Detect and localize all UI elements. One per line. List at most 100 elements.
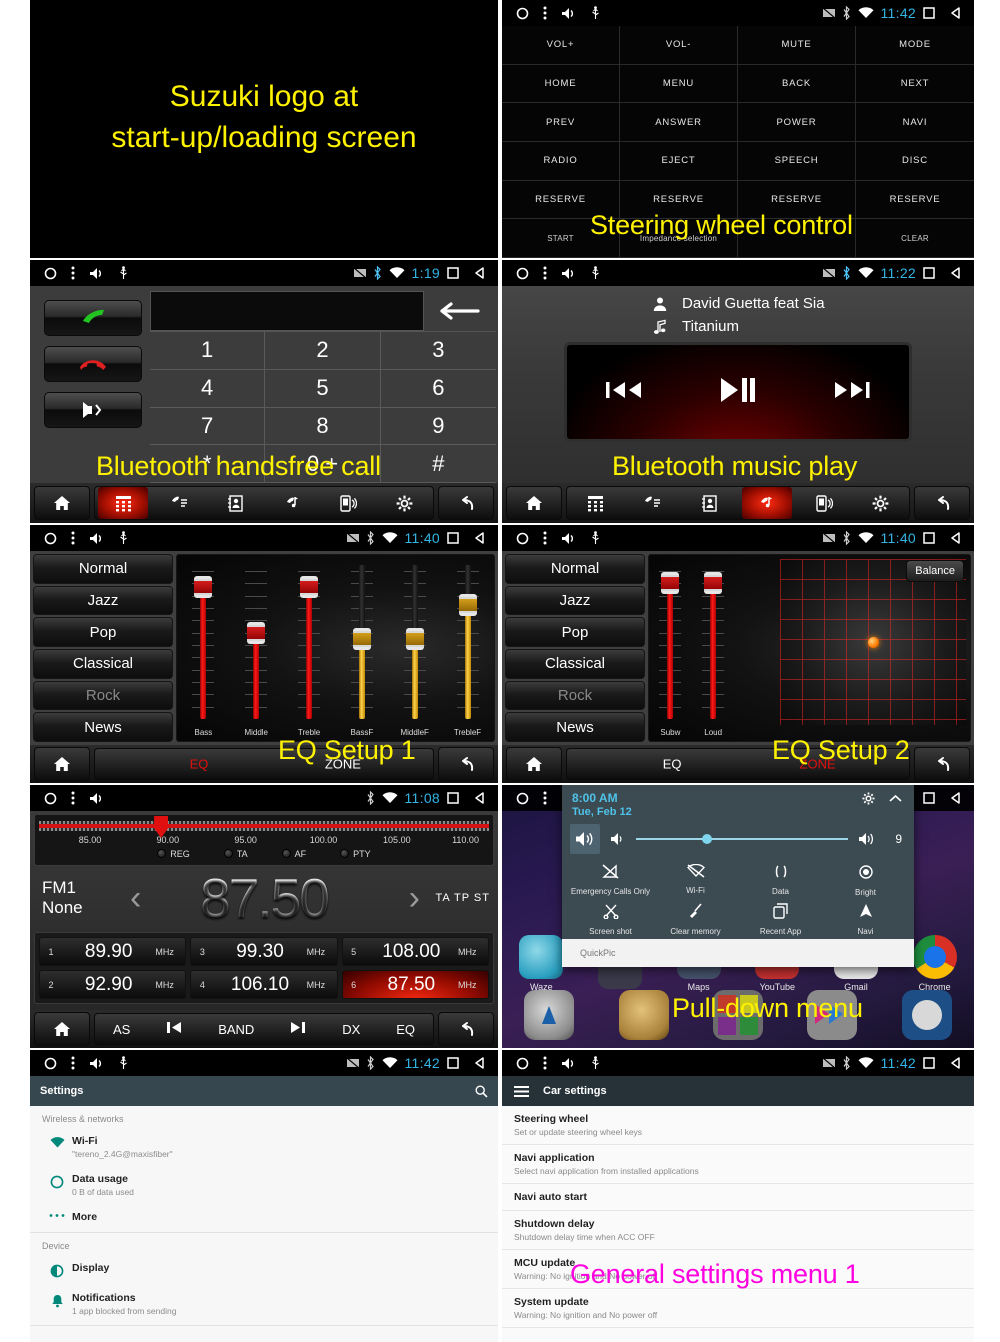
settings-row-more[interactable]: More (30, 1204, 498, 1230)
volume-slider[interactable] (636, 834, 848, 844)
preset-button[interactable]: 5 108.00 MHz (341, 937, 489, 966)
fader-track[interactable] (298, 565, 321, 719)
toggle-screenshot[interactable]: Screen shot (568, 903, 653, 936)
rds-flag-reg[interactable]: REG (157, 849, 190, 859)
rds-flag-pty[interactable]: PTY (340, 849, 371, 859)
bt-music-icon[interactable] (741, 487, 792, 519)
toggle-data[interactable]: Data (738, 864, 823, 897)
search-icon[interactable] (475, 1084, 488, 1098)
fader-treblef[interactable]: TrebleF (441, 561, 494, 737)
preset-button[interactable]: 4 106.10 MHz (190, 970, 338, 999)
back-arrow-icon[interactable] (438, 747, 494, 781)
settings-row-notifications[interactable]: Notifications 1 app blocked from sending (30, 1285, 498, 1323)
more-vert-icon[interactable] (543, 266, 547, 280)
more-vert-icon[interactable] (543, 6, 547, 20)
back-triangle-icon[interactable] (474, 532, 486, 544)
fader-track[interactable] (456, 565, 479, 719)
circle-icon[interactable] (516, 532, 529, 545)
fader-track[interactable] (702, 565, 725, 719)
speaker-toggle-button[interactable] (44, 392, 142, 428)
contacts-icon[interactable] (211, 487, 261, 519)
usb-icon[interactable] (591, 1056, 600, 1070)
preset-button[interactable]: 3 99.30 MHz (190, 937, 338, 966)
settings-gear-icon[interactable] (856, 487, 906, 519)
toggle-emergency-calls[interactable]: Emergency Calls Only (568, 864, 653, 897)
video-player-icon[interactable] (901, 990, 952, 1040)
back-triangle-icon[interactable] (474, 1057, 486, 1069)
call-log-icon[interactable] (154, 487, 204, 519)
volume-icon[interactable] (561, 1057, 577, 1070)
navigation-app-icon[interactable] (524, 990, 575, 1040)
dial-key[interactable]: 8 (265, 407, 381, 446)
circle-icon[interactable] (44, 1057, 57, 1070)
fader-track[interactable] (350, 565, 373, 719)
prev-track-icon[interactable] (605, 379, 643, 406)
back-triangle-icon[interactable] (950, 792, 962, 804)
sw-key[interactable]: PREV (502, 103, 620, 142)
square-recents-icon[interactable] (447, 532, 459, 544)
sw-key[interactable]: RESERVE (856, 181, 974, 220)
volume-slider-knob[interactable] (701, 834, 712, 844)
settings-row-data-usage[interactable]: Data usage 0 B of data used (30, 1166, 498, 1204)
eq-button[interactable]: EQ (396, 1022, 415, 1037)
toggle-wifi[interactable]: Wi-Fi (653, 864, 738, 897)
band-button[interactable]: BAND (218, 1022, 254, 1037)
more-vert-icon[interactable] (71, 531, 75, 545)
home-icon[interactable] (34, 486, 90, 520)
eq-preset-rock[interactable]: Rock (505, 680, 645, 711)
rds-flag-ta[interactable]: TA (223, 849, 248, 859)
fader-bassf[interactable]: BassF (335, 561, 388, 737)
answer-call-button[interactable] (44, 300, 142, 336)
back-triangle-icon[interactable] (950, 267, 962, 279)
contacts-icon[interactable] (685, 487, 735, 519)
sw-key[interactable]: SPEECH (738, 142, 856, 181)
fader-track[interactable] (192, 565, 215, 719)
circle-icon[interactable] (516, 1057, 529, 1070)
volume-icon[interactable] (89, 532, 105, 545)
usb-icon[interactable] (119, 266, 128, 280)
dial-key[interactable]: 6 (380, 370, 496, 408)
usb-icon[interactable] (591, 6, 600, 20)
sw-key[interactable]: ANSWER (620, 103, 738, 142)
square-recents-icon[interactable] (447, 792, 459, 804)
sw-key[interactable]: VOL+ (502, 26, 620, 65)
preset-button-active[interactable]: 6 87.50 MHz (341, 970, 489, 999)
toggle-brightness[interactable]: Bright (823, 864, 908, 897)
eq-preset-normal[interactable]: Normal (33, 554, 173, 584)
bt-music-icon[interactable] (267, 487, 317, 519)
settings-row-display[interactable]: Display (30, 1255, 498, 1285)
car-setting-row-steering-wheel[interactable]: Steering wheel Set or update steering wh… (502, 1106, 974, 1145)
chevron-up-icon[interactable] (889, 794, 902, 803)
call-log-icon[interactable] (628, 487, 678, 519)
app-waze[interactable]: Waze (513, 935, 569, 992)
eq-preset-pop[interactable]: Pop (505, 617, 645, 648)
eq-preset-normal[interactable]: Normal (505, 554, 645, 584)
toggle-recent-app[interactable]: Recent App (738, 903, 823, 936)
fader-treble[interactable]: Treble (283, 561, 336, 737)
dx-button[interactable]: DX (342, 1022, 360, 1037)
sw-key[interactable]: BACK (738, 64, 856, 104)
usb-icon[interactable] (119, 531, 128, 545)
dial-key[interactable]: 2 (265, 332, 381, 370)
eq-preset-news[interactable]: News (505, 712, 645, 743)
car-setting-row-navi-auto-start[interactable]: Navi auto start (502, 1184, 974, 1211)
seek-next-icon[interactable] (290, 1021, 306, 1037)
more-vert-icon[interactable] (543, 531, 547, 545)
rds-flag-af[interactable]: AF (281, 849, 306, 859)
dial-key[interactable]: 3 (380, 332, 496, 370)
fader-track[interactable] (659, 565, 682, 719)
circle-icon[interactable] (44, 267, 57, 280)
sw-key[interactable]: NEXT (856, 65, 974, 104)
volume-icon[interactable] (89, 1057, 105, 1070)
more-vert-icon[interactable] (71, 791, 75, 805)
sw-key[interactable]: POWER (738, 103, 856, 142)
sw-key[interactable]: RADIO (502, 142, 620, 181)
fader-track[interactable] (403, 565, 426, 719)
sw-clear-button[interactable]: CLEAR (856, 219, 974, 258)
fader-bass[interactable]: Bass (177, 561, 230, 737)
volume-icon[interactable] (89, 792, 105, 805)
fader-track[interactable] (245, 565, 268, 719)
volume-icon[interactable] (561, 532, 577, 545)
car-setting-row-system-update[interactable]: System update Warning: No ignition and N… (502, 1289, 974, 1328)
preset-button[interactable]: 1 89.90 MHz (39, 937, 187, 966)
